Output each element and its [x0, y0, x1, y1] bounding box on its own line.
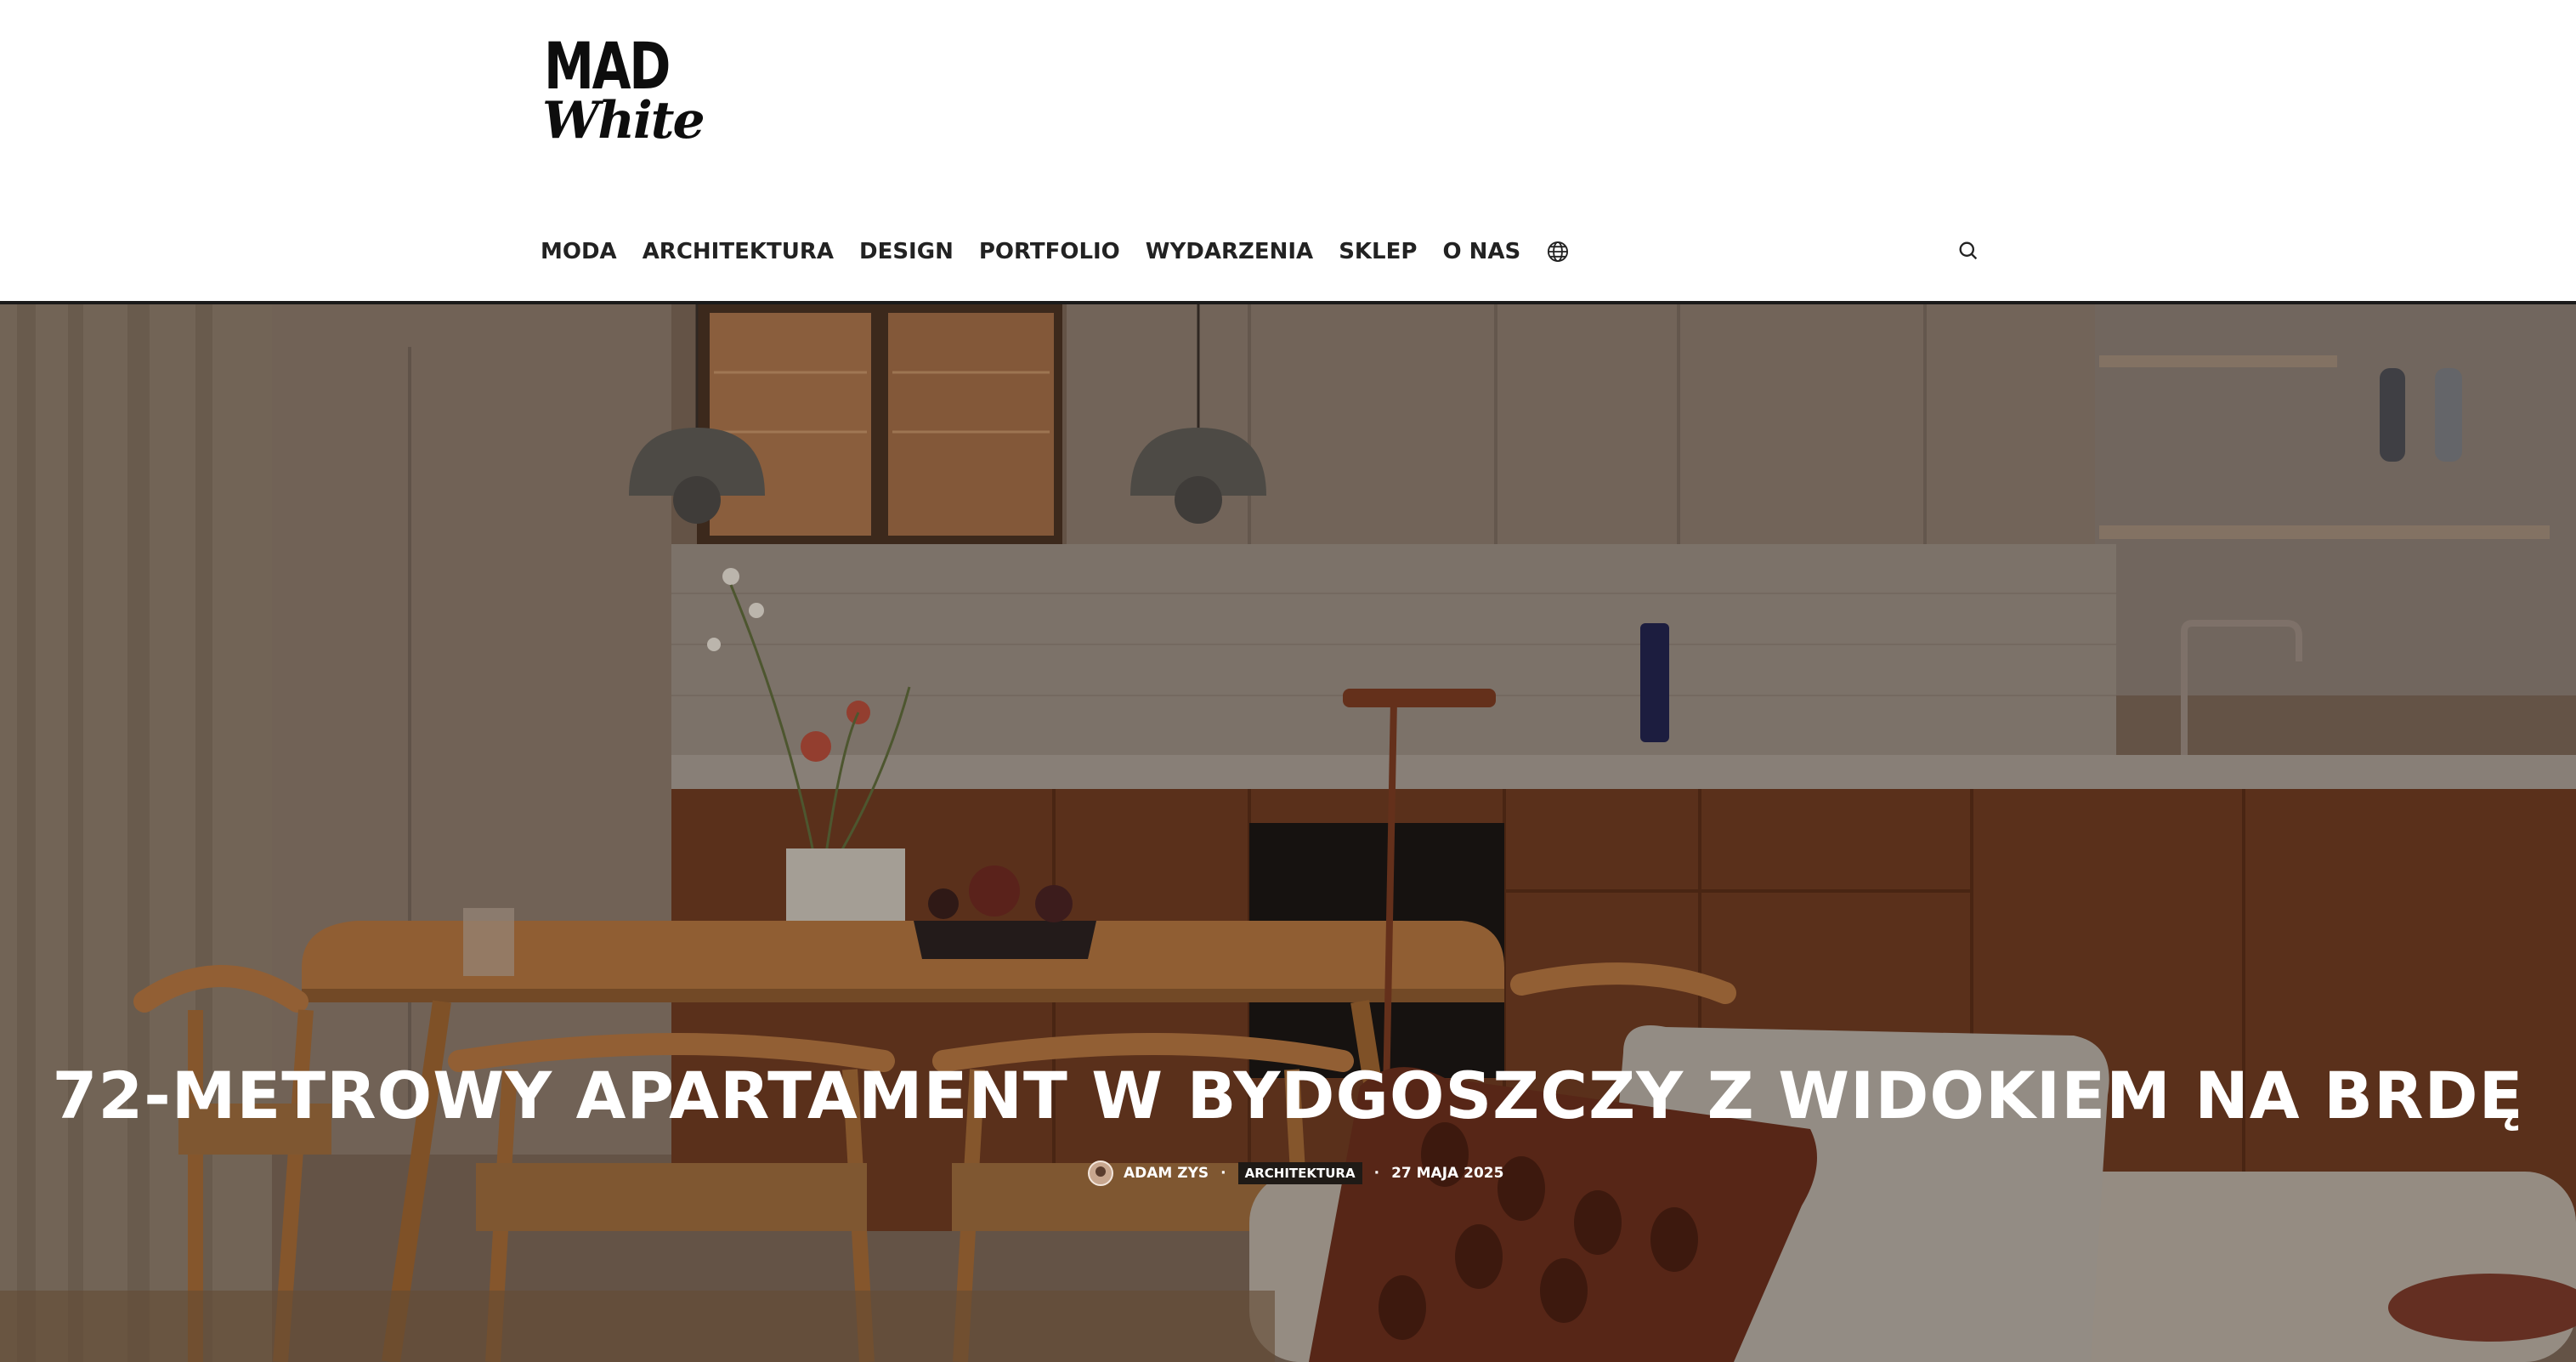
search-icon[interactable] [1956, 239, 1980, 263]
author-avatar[interactable] [1088, 1161, 1113, 1186]
category-badge[interactable]: ARCHITEKTURA [1237, 1162, 1362, 1184]
main-nav: MODA ARCHITEKTURA DESIGN PORTFOLIO WYDAR… [541, 228, 1570, 275]
nav-item-sklep[interactable]: SKLEP [1339, 239, 1417, 264]
nav-item-architektura[interactable]: ARCHITEKTURA [643, 239, 834, 264]
hero-image[interactable]: 72-METROWY APARTAMENT W BYDGOSZCZY Z WID… [0, 304, 2576, 1362]
article-date: 27 MAJA 2025 [1391, 1165, 1504, 1182]
article-title[interactable]: 72-METROWY APARTAMENT W BYDGOSZCZY Z WID… [0, 1058, 2576, 1133]
hero-photo-kitchen [0, 304, 2576, 1362]
meta-separator: · [1373, 1165, 1380, 1182]
nav-item-moda[interactable]: MODA [541, 239, 617, 264]
logo-line-white: White [542, 91, 705, 150]
meta-separator: · [1220, 1165, 1226, 1182]
site-header: MAD White MODA ARCHITEKTURA DESIGN PORTF… [0, 0, 2576, 303]
nav-item-o-nas[interactable]: O NAS [1442, 239, 1520, 264]
article-meta: ADAM ZYS · ARCHITEKTURA · 27 MAJA 2025 [1088, 1158, 1503, 1189]
nav-item-wydarzenia[interactable]: WYDARZENIA [1146, 239, 1313, 264]
nav-item-portfolio[interactable]: PORTFOLIO [979, 239, 1120, 264]
nav-item-design[interactable]: DESIGN [859, 239, 954, 264]
site-logo[interactable]: MAD White [542, 28, 705, 162]
logo-line-mad: MAD [544, 28, 671, 104]
globe-icon[interactable] [1546, 240, 1570, 264]
author-name[interactable]: ADAM ZYS [1124, 1165, 1209, 1182]
